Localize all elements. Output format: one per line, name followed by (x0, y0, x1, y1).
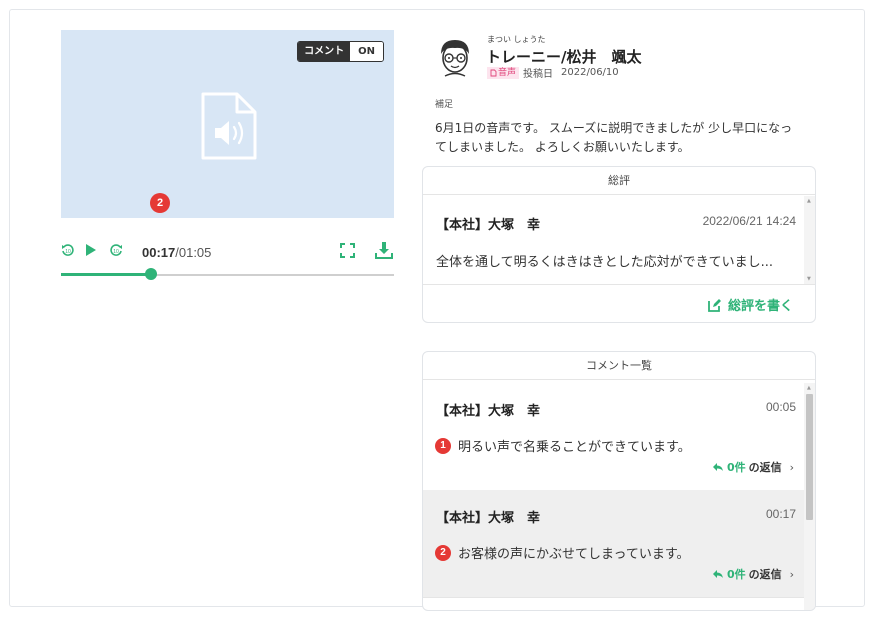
posted-label: 投稿日 (523, 69, 554, 80)
write-review-button[interactable]: 総評を書く (708, 295, 793, 314)
play-icon[interactable] (85, 243, 97, 257)
review-footer: 総評を書く (423, 284, 815, 322)
current-time: 00:17 (142, 245, 176, 260)
review-scrollbar[interactable]: ▲ ▼ (804, 196, 815, 284)
comment-body: 2 お客様の声にかぶせてしまっています。 (435, 543, 690, 562)
comment-scrollbar[interactable]: ▲ (804, 383, 815, 610)
reply-link[interactable]: 0件 の返信 › (712, 566, 794, 582)
comment-body: 1 明るい声で名乗ることができています。 (435, 436, 691, 455)
comment-number-badge: 2 (435, 544, 451, 561)
posted-date: 2022/06/10 (561, 67, 619, 78)
comment-number-badge: 1 (435, 437, 451, 454)
seek-handle[interactable] (144, 268, 157, 280)
review-entry: 【本社】大塚 幸 2022/06/21 14:24 全体を通して明るくはきはきと… (423, 196, 806, 284)
reply-count: 0件 (726, 568, 746, 581)
post-description: 6月1日の音声です。 スムーズに説明できましたが 少し早口になってしまいました。… (435, 121, 793, 154)
comment-item[interactable] (423, 597, 806, 610)
reply-link[interactable]: 0件 の返信 › (712, 459, 794, 475)
scroll-down-icon[interactable]: ▼ (807, 276, 811, 282)
comment-timestamp[interactable]: 00:17 (766, 507, 796, 521)
comment-toggle[interactable]: コメント ON (297, 41, 384, 62)
comment-marker[interactable]: 2 (150, 193, 170, 213)
reply-label: の返信 (748, 461, 782, 474)
download-icon[interactable] (375, 241, 393, 259)
playback-time: 00:17/01:05 (142, 245, 211, 260)
review-date: 2022/06/21 14:24 (702, 214, 796, 228)
comment-author: 【本社】大塚 幸 (436, 404, 541, 419)
comment-timestamp[interactable]: 00:05 (766, 400, 796, 414)
scroll-up-icon[interactable]: ▲ (807, 198, 811, 204)
seek-progress (61, 273, 151, 276)
comment-item[interactable]: 【本社】大塚 幸 00:17 2 お客様の声にかぶせてしまっています。 0件 の… (423, 490, 806, 597)
review-title: 総評 (423, 167, 815, 195)
review-author: 【本社】大塚 幸 (436, 218, 541, 233)
author-name: トレーニー/松井 颯太 (486, 48, 642, 66)
media-type-tag: 音声 (487, 66, 520, 79)
file-icon (490, 69, 497, 76)
reply-count: 0件 (726, 461, 746, 474)
scroll-thumb[interactable] (806, 394, 813, 520)
comment-list-title: コメント一覧 (423, 352, 815, 380)
comment-toggle-state: ON (350, 42, 383, 61)
post-meta: 音声 投稿日 2022/06/10 (487, 65, 619, 80)
media-type-label: 音声 (498, 67, 517, 78)
media-preview[interactable]: コメント ON 2 (61, 30, 394, 218)
player-controls: 10 10 00:17/01:05 (61, 240, 394, 264)
reply-icon (712, 570, 723, 578)
review-text: 全体を通して明るくはきはきとした応対ができていまし... (436, 255, 774, 270)
reply-label: の返信 (748, 568, 782, 581)
comment-toggle-label: コメント (298, 42, 351, 61)
forward-10-icon[interactable]: 10 (109, 243, 123, 257)
audio-file-icon (201, 92, 257, 160)
write-review-label: 総評を書く (727, 299, 793, 314)
scroll-up-icon[interactable]: ▲ (807, 385, 811, 391)
svg-text:10: 10 (113, 249, 119, 255)
comment-author: 【本社】大塚 幸 (436, 511, 541, 526)
chevron-right-icon: › (789, 567, 794, 581)
reply-icon (712, 463, 723, 471)
svg-text:10: 10 (65, 249, 71, 255)
author-ruby: まつい しょうた (487, 35, 546, 44)
review-card: 総評 【本社】大塚 幸 2022/06/21 14:24 全体を通して明るくはき… (422, 166, 816, 323)
supplement-label: 補足 (435, 100, 454, 110)
chevron-right-icon: › (789, 460, 794, 474)
comment-text: お客様の声にかぶせてしまっています。 (458, 547, 690, 562)
comment-list-card: コメント一覧 【本社】大塚 幸 00:05 1 明るい声で名乗ることができていま… (422, 351, 816, 611)
comment-item[interactable]: 【本社】大塚 幸 00:05 1 明るい声で名乗ることができています。 0件 の… (423, 383, 806, 490)
fullscreen-icon[interactable] (340, 243, 355, 258)
avatar (441, 40, 469, 77)
rewind-10-icon[interactable]: 10 (61, 243, 75, 257)
comment-text: 明るい声で名乗ることができています。 (458, 440, 691, 455)
total-time: /01:05 (175, 245, 212, 260)
edit-icon (708, 298, 721, 312)
seek-bar[interactable] (61, 268, 394, 280)
